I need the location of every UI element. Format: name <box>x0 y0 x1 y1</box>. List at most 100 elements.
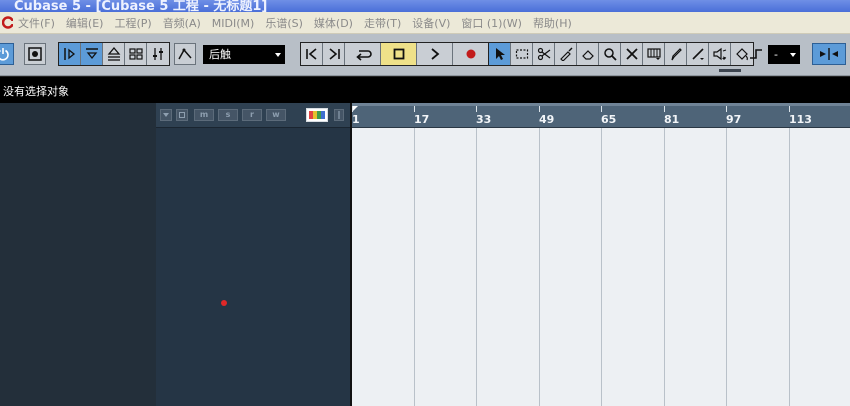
ruler-tick <box>476 106 477 112</box>
menu-audio[interactable]: 音频(A) <box>163 15 201 31</box>
mute-x-icon <box>625 48 638 60</box>
triangle-down-icon <box>163 113 169 117</box>
track-color-button[interactable] <box>306 108 328 122</box>
global-write-button[interactable]: w <box>266 109 286 121</box>
menu-score[interactable]: 乐谱(S) <box>265 15 303 31</box>
menu-media[interactable]: 媒体(D) <box>314 15 353 31</box>
infoline-toggle-button[interactable] <box>81 43 103 65</box>
automation-mode-button[interactable] <box>174 43 196 65</box>
stop-button[interactable] <box>381 43 417 65</box>
mute-tool-button[interactable] <box>621 43 643 65</box>
quantize-dropdown[interactable]: - <box>768 43 800 65</box>
chevron-down-icon <box>790 52 796 57</box>
ruler-label: 113 <box>789 113 812 126</box>
track-list-options-button[interactable] <box>176 109 188 121</box>
range-select-icon <box>515 49 528 59</box>
play-button[interactable] <box>417 43 453 65</box>
pointer-icon <box>495 48 505 60</box>
ruler-tick <box>601 106 602 112</box>
stop-icon <box>393 48 404 60</box>
glue-tube-icon <box>559 47 572 61</box>
global-read-button[interactable]: r <box>242 109 262 121</box>
automation-mode-dropdown[interactable]: 后触 <box>203 43 285 65</box>
ruler-tick <box>789 106 790 112</box>
ruler-label: 49 <box>539 113 555 126</box>
skip-forward-icon <box>328 48 340 60</box>
erase-tool-button[interactable] <box>577 43 599 65</box>
cycle-button[interactable] <box>345 43 381 65</box>
menu-window[interactable]: 窗口 (1)(W) <box>461 15 522 31</box>
ruler-tick <box>726 106 727 112</box>
ruler-tick <box>539 106 540 112</box>
transport-group <box>300 42 490 66</box>
track-list-menu-button[interactable] <box>160 109 172 121</box>
global-solo-button[interactable]: s <box>218 109 238 121</box>
ruler-label: 1 <box>352 113 360 126</box>
tools-group <box>488 42 754 66</box>
event-display[interactable] <box>352 128 850 406</box>
draw-tool-button[interactable] <box>665 43 687 65</box>
ruler-label: 65 <box>601 113 617 126</box>
menu-file[interactable]: 文件(F) <box>18 15 55 31</box>
toolbar: 后触 - <box>0 34 850 76</box>
zoom-tool-button[interactable] <box>599 43 621 65</box>
range-selection-tool-button[interactable] <box>511 43 533 65</box>
record-button[interactable] <box>453 43 489 65</box>
window-title-bar[interactable]: Cubase 5 - [Cubase 5 工程 - 无标题1] <box>0 0 850 12</box>
go-to-end-button[interactable] <box>323 43 345 65</box>
record-icon <box>466 49 476 59</box>
mixer-button[interactable] <box>147 43 169 65</box>
no-selection-message: 没有选择对象 <box>3 85 69 98</box>
pool-button[interactable] <box>125 43 147 65</box>
menu-edit[interactable]: 编辑(E) <box>66 15 104 31</box>
record-indicator-dot <box>221 300 227 306</box>
ruler-tick <box>414 106 415 112</box>
go-to-start-button[interactable] <box>301 43 323 65</box>
ruler-label: 17 <box>414 113 430 126</box>
square-icon <box>179 112 185 118</box>
automation-mode-value: 后触 <box>209 48 231 61</box>
snap-type-button[interactable] <box>748 43 766 65</box>
track-list[interactable]: m s r w <box>156 103 350 406</box>
grid-line <box>726 128 727 406</box>
snap-to-zero-button[interactable] <box>812 43 846 65</box>
speaker-icon <box>712 47 726 61</box>
overview-toggle-button[interactable] <box>103 43 125 65</box>
timewarp-tool-button[interactable] <box>643 43 665 65</box>
grid-line <box>476 128 477 406</box>
ruler-label: 97 <box>726 113 742 126</box>
timeline-ruler[interactable]: 1 17 33 49 65 81 97 113 <box>352 103 850 128</box>
menu-project[interactable]: 工程(P) <box>114 15 151 31</box>
menu-help[interactable]: 帮助(H) <box>533 15 572 31</box>
window-title: Cubase 5 - [Cubase 5 工程 - 无标题1] <box>14 0 268 12</box>
cubase-logo-icon <box>2 16 13 29</box>
skip-back-icon <box>305 48 317 60</box>
constrain-delay-button[interactable] <box>24 43 46 65</box>
inspector-icon <box>63 48 75 60</box>
play-tool-button[interactable] <box>709 43 731 65</box>
menu-devices[interactable]: 设备(V) <box>412 15 450 31</box>
power-icon <box>0 48 9 61</box>
object-selection-tool-button[interactable] <box>489 43 511 65</box>
scissors-icon <box>537 47 550 61</box>
overview-icon <box>107 47 120 61</box>
grid-line <box>601 128 602 406</box>
split-tool-button[interactable] <box>533 43 555 65</box>
menu-midi[interactable]: MIDI(M) <box>212 17 255 30</box>
line-tool-button[interactable] <box>687 43 709 65</box>
snap-step-icon <box>750 49 762 59</box>
track-list-scroll-button[interactable] <box>334 109 344 121</box>
ruler-tick <box>664 106 665 112</box>
pencil-icon <box>670 48 682 61</box>
delay-compensation-icon <box>28 47 42 61</box>
inspector-panel <box>0 103 156 406</box>
menu-bar: 文件(F) 编辑(E) 工程(P) 音频(A) MIDI(M) 乐谱(S) 媒体… <box>0 12 850 34</box>
inspector-toggle-button[interactable] <box>59 43 81 65</box>
activate-project-button[interactable] <box>0 43 14 65</box>
glue-tool-button[interactable] <box>555 43 577 65</box>
track-list-header: m s r w <box>156 103 350 128</box>
global-mute-button[interactable]: m <box>194 109 214 121</box>
snap-zero-crossing-icon <box>820 48 838 60</box>
vertical-bar-icon <box>338 111 340 119</box>
menu-transport[interactable]: 走带(T) <box>364 15 401 31</box>
